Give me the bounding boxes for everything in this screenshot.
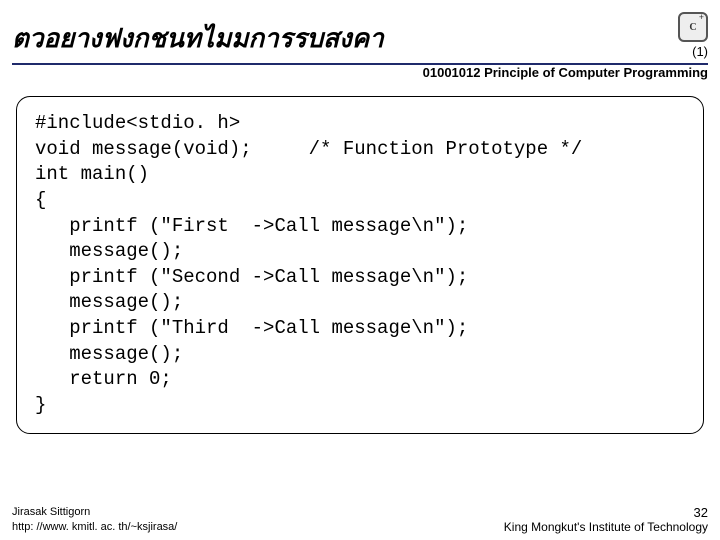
author-name: Jirasak Sittigorn: [12, 505, 177, 519]
header-row: ตวอยางฟงกชนทไมมการรบสงคา C (1): [12, 18, 708, 59]
page-number: 32: [504, 505, 708, 520]
code-comment: /* Function Prototype */: [309, 138, 583, 160]
footer: Jirasak Sittigorn http: //www. kmitl. ac…: [12, 505, 708, 534]
footer-right: 32 King Mongkut's Institute of Technolog…: [504, 505, 708, 534]
code-line: }: [35, 394, 46, 416]
code-line: message();: [35, 291, 183, 313]
code-block: #include<stdio. h> void message(void); /…: [16, 96, 704, 434]
code-line: int main(): [35, 163, 149, 185]
code-line: {: [35, 189, 46, 211]
slide: ตวอยางฟงกชนทไมมการรบสงคา C (1) 01001012 …: [0, 0, 720, 540]
footer-left: Jirasak Sittigorn http: //www. kmitl. ac…: [12, 505, 177, 534]
code-line: printf ("Second ->Call message\n");: [35, 266, 468, 288]
slide-title: ตวอยางฟงกชนทไมมการรบสงคา: [12, 18, 384, 59]
part-label: (1): [692, 44, 708, 59]
author-url: http: //www. kmitl. ac. th/~ksjirasa/: [12, 520, 177, 534]
code-line: message();: [35, 343, 183, 365]
cpp-logo-icon: C: [678, 12, 708, 42]
course-label: 01001012 Principle of Computer Programmi…: [12, 65, 708, 80]
code-line: printf ("First ->Call message\n");: [35, 215, 468, 237]
code-line: printf ("Third ->Call message\n");: [35, 317, 468, 339]
code-line: return 0;: [35, 368, 172, 390]
code-line: #include<stdio. h>: [35, 112, 240, 134]
header-right: C (1): [678, 12, 708, 59]
code-line: message();: [35, 240, 183, 262]
code-line: void message(void);: [35, 138, 252, 160]
institute-name: King Mongkut's Institute of Technology: [504, 520, 708, 534]
